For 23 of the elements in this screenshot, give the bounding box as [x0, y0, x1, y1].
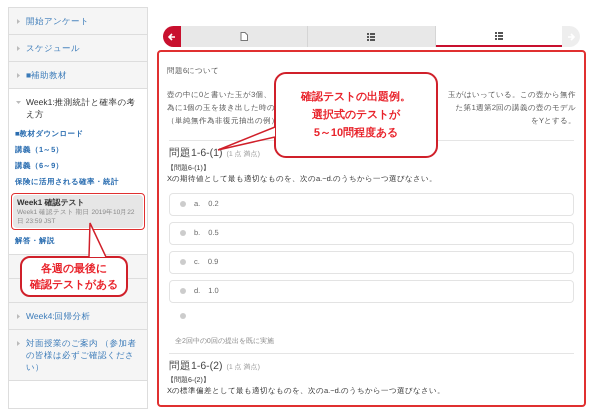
test-title: Week1 確認テスト: [17, 197, 86, 208]
radio-button[interactable]: [180, 230, 186, 236]
tab[interactable]: [436, 26, 562, 47]
previous-button[interactable]: [163, 26, 181, 47]
radio-button[interactable]: [180, 288, 186, 294]
list-icon: [494, 31, 503, 40]
radio-button[interactable]: [180, 259, 186, 265]
question-title: 問題1-6-(1): [169, 147, 223, 160]
radio-button[interactable]: [180, 201, 186, 207]
radio-button[interactable]: [180, 312, 186, 318]
callout-text: 確認テストの出題例。: [301, 90, 411, 105]
sidebar-item[interactable]: Week1:推測統計と確率の考え方: [26, 96, 140, 120]
question-title: 問題1-6-(2): [169, 360, 223, 372]
sidebar-item[interactable]: スケジュール: [26, 42, 80, 54]
next-button[interactable]: [562, 26, 580, 47]
callout-text: 確認テストがある: [30, 278, 118, 292]
callout-text: 5～10問程度ある: [314, 126, 398, 141]
list-icon: [367, 32, 376, 41]
arrow-left-icon: [168, 32, 176, 40]
page-icon: [240, 32, 248, 41]
callout-text: 選択式のテストが: [312, 108, 400, 123]
sidebar-item[interactable]: ■補助教材: [26, 69, 68, 81]
callout-text: 各週の最後に: [41, 262, 107, 276]
